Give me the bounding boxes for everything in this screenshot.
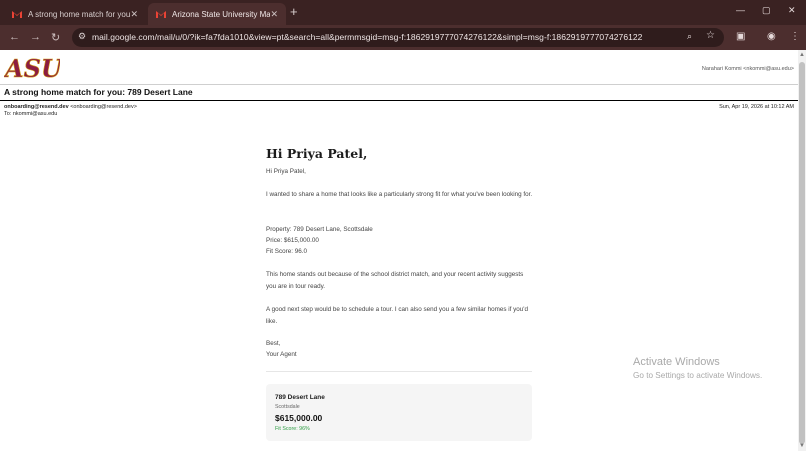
svg-text:ASU: ASU <box>4 55 60 80</box>
recipient: To: nkommi@asu.edu <box>4 111 58 117</box>
new-tab-button[interactable]: + <box>290 4 298 19</box>
sender-address: <onboarding@resend.dev> <box>70 104 137 110</box>
reason-paragraph: This home stands out because of the scho… <box>266 271 524 290</box>
forward-icon[interactable]: → <box>30 31 41 43</box>
card-title: 789 Desert Lane <box>275 394 325 401</box>
signature: Your Agent <box>266 351 297 358</box>
intro-paragraph: I wanted to share a home that looks like… <box>266 191 533 198</box>
url-text: mail.google.com/mail/u/0/?ik=fa7fda1010&… <box>92 32 643 42</box>
sender: onboarding@resend.dev <onboarding@resend… <box>4 104 137 110</box>
tab-title: A strong home match for you: <box>28 9 131 19</box>
gmail-icon <box>12 10 22 18</box>
divider <box>0 84 798 85</box>
maximize-button[interactable]: ▢ <box>762 5 771 16</box>
watermark-subtitle: Go to Settings to activate Windows. <box>633 371 763 380</box>
property-card: 789 Desert Lane Scottsdale $615,000.00 F… <box>266 384 532 441</box>
zoom-icon[interactable]: ⌕ <box>687 31 692 42</box>
browser-toolbar: ← → ↻ ⚙ mail.google.com/mail/u/0/?ik=fa7… <box>0 25 806 50</box>
browser-tab-strip: A strong home match for you: ✕ Arizona S… <box>0 0 806 25</box>
tab-home-match[interactable]: A strong home match for you: ✕ <box>4 3 146 25</box>
salutation-line: Hi Priya Patel, <box>266 168 306 175</box>
close-tab-icon[interactable]: ✕ <box>130 9 138 20</box>
fit-score-line: Fit Score: 96.0 <box>266 248 307 255</box>
sidebar-icon[interactable]: ▣ <box>736 31 745 42</box>
card-price: $615,000.00 <box>275 413 323 423</box>
signoff: Best, <box>266 340 281 347</box>
next-step-paragraph: A good next step would be to schedule a … <box>266 306 528 325</box>
address-bar[interactable]: ⚙ mail.google.com/mail/u/0/?ik=fa7fda101… <box>72 28 724 47</box>
price-line: Price: $615,000.00 <box>266 237 319 244</box>
tab-title: Arizona State University Mail - / <box>172 9 271 19</box>
asu-logo: ASU <box>3 54 65 84</box>
scroll-up-icon[interactable]: ▲ <box>799 52 805 58</box>
scroll-down-icon[interactable]: ▼ <box>799 443 805 449</box>
window-close-button[interactable]: ✕ <box>788 5 796 16</box>
menu-icon[interactable]: ⋮ <box>790 31 800 42</box>
email-date: Sun, Apr 19, 2026 at 10:12 AM <box>719 104 794 110</box>
back-icon[interactable]: ← <box>9 31 20 43</box>
divider <box>0 100 798 101</box>
activate-windows-watermark: Activate Windows Go to Settings to activ… <box>633 356 762 380</box>
divider <box>266 371 532 372</box>
bookmark-star-icon[interactable]: ☆ <box>706 30 715 41</box>
account-email: Narahari Kommi <nkommi@asu.edu> <box>701 66 794 72</box>
card-city: Scottsdale <box>275 404 300 410</box>
site-info-icon[interactable]: ⚙ <box>78 31 86 42</box>
sender-name: onboarding@resend.dev <box>4 104 69 110</box>
email-print-view: ASU Narahari Kommi <nkommi@asu.edu> A st… <box>0 50 798 451</box>
minimize-button[interactable]: — <box>736 5 745 15</box>
profile-icon[interactable]: ◉ <box>767 31 776 42</box>
gmail-icon <box>156 10 166 18</box>
tab-asu-mail[interactable]: Arizona State University Mail - / ✕ <box>148 3 286 25</box>
watermark-title: Activate Windows <box>633 356 720 368</box>
email-subject: A strong home match for you: 789 Desert … <box>4 87 193 97</box>
property-line: Property: 789 Desert Lane, Scottsdale <box>266 226 373 233</box>
reload-icon[interactable]: ↻ <box>51 31 60 44</box>
card-fit-score: Fit Score: 96% <box>275 426 310 432</box>
scrollbar-thumb[interactable] <box>799 62 805 444</box>
close-tab-icon[interactable]: ✕ <box>270 9 278 20</box>
email-greeting: Hi Priya Patel, <box>266 146 368 161</box>
page-scrollbar[interactable]: ▲ ▼ <box>798 50 806 451</box>
